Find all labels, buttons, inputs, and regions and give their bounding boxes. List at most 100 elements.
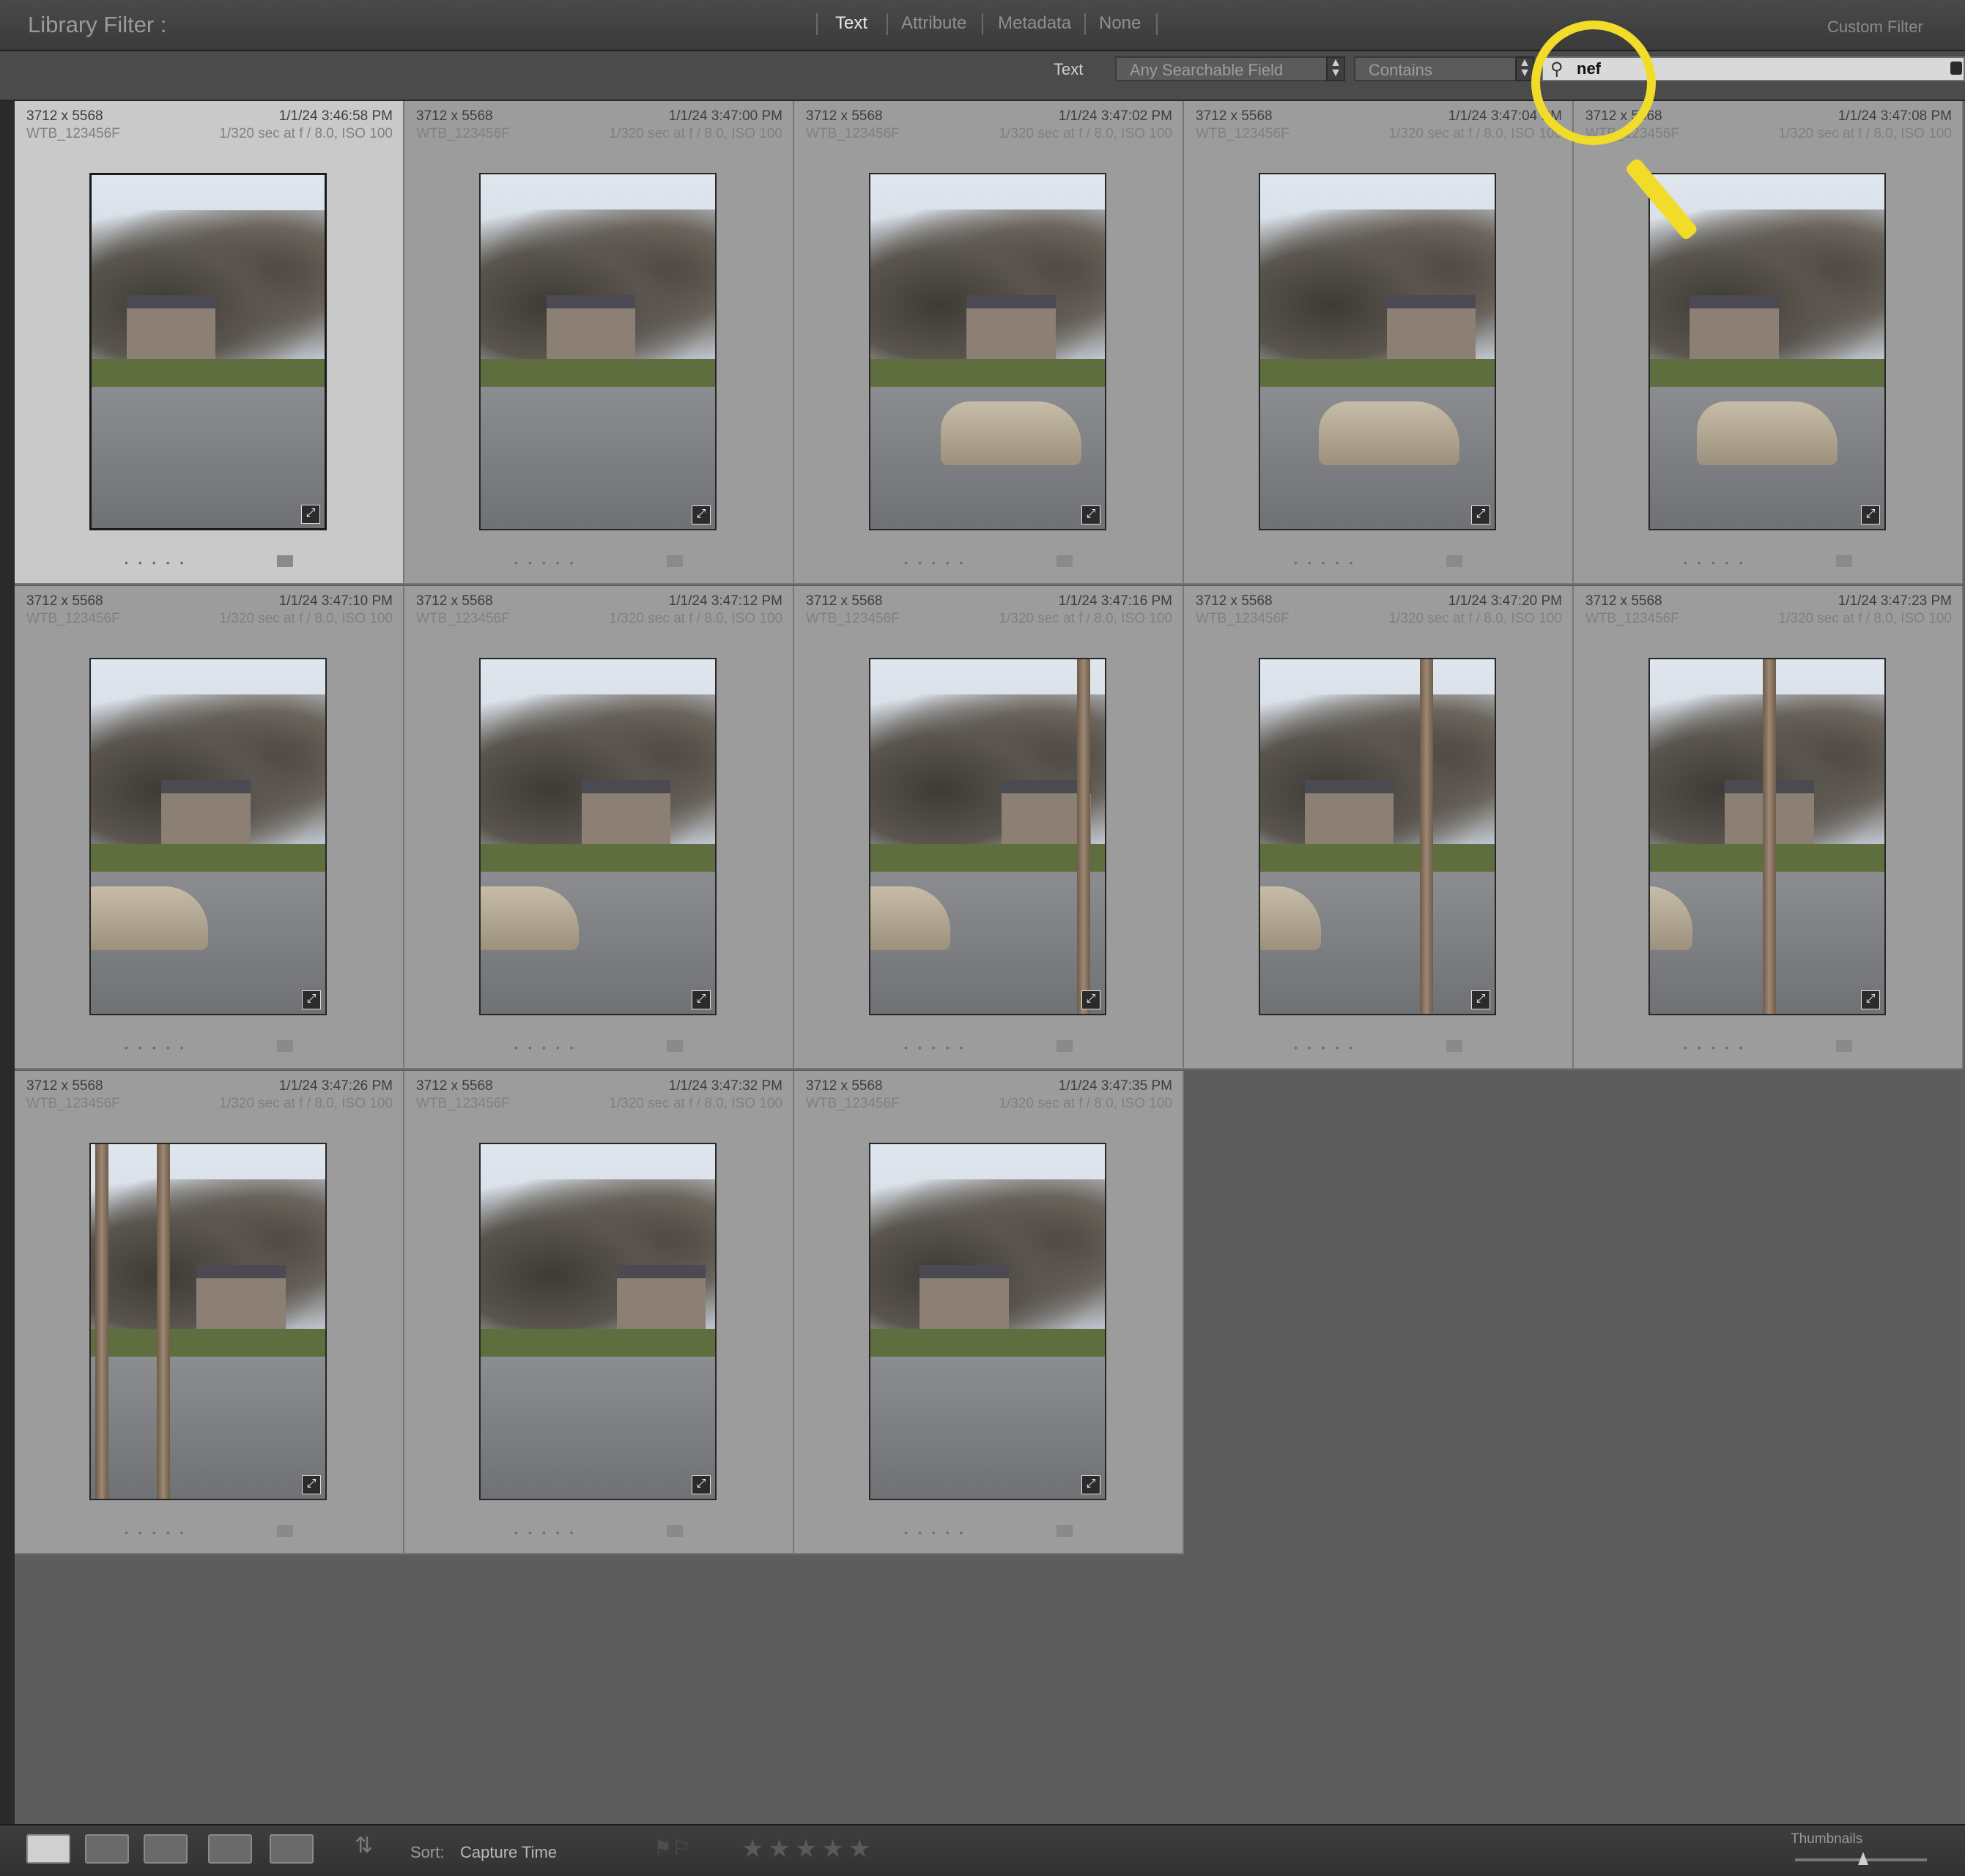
rating-stars-icon[interactable]: ★★★★★ [741, 1834, 875, 1864]
edit-badge-icon[interactable]: ⤢ [1081, 990, 1100, 1009]
exposure-info: 1/320 sec at f / 8.0, ISO 100 [1778, 126, 1952, 141]
photo-thumbnail[interactable]: ⤢ [1259, 173, 1496, 530]
photo-thumbnail[interactable]: ⤢ [1259, 658, 1496, 1015]
photo-thumbnail[interactable]: ⤢ [869, 1143, 1106, 1500]
color-label-icon[interactable] [1446, 1040, 1462, 1052]
updown-arrows-icon[interactable]: ▲ ▼ [1326, 56, 1345, 81]
exposure-info: 1/320 sec at f / 8.0, ISO 100 [219, 611, 393, 626]
edit-badge-icon[interactable]: ⤢ [1081, 1475, 1100, 1494]
image-dimensions: 3712 x 5568 [806, 108, 883, 124]
color-label-icon[interactable] [1446, 555, 1462, 567]
photo-thumbnail[interactable]: ⤢ [89, 1143, 327, 1500]
edit-badge-icon[interactable]: ⤢ [1081, 505, 1100, 524]
rating-dots-icon[interactable]: ••••• [514, 1527, 584, 1538]
thumbnail-cell[interactable]: 3712 x 5568 1/1/24 3:47:23 PM WTB_123456F 1… [1574, 586, 1964, 1069]
rating-dots-icon[interactable]: ••••• [125, 1527, 194, 1538]
image-dimensions: 3712 x 5568 [26, 108, 103, 124]
file-name: WTB_123456F [416, 1096, 510, 1111]
thumbnail-cell[interactable]: 3712 x 5568 1/1/24 3:47:02 PM WTB_123456F 1… [794, 101, 1184, 585]
edit-badge-icon[interactable]: ⤢ [692, 505, 711, 524]
loupe-view-icon[interactable] [85, 1834, 129, 1864]
color-label-icon[interactable] [277, 1040, 293, 1052]
exposure-info: 1/320 sec at f / 8.0, ISO 100 [999, 1096, 1172, 1111]
compare-view-icon[interactable] [144, 1834, 188, 1864]
sort-direction-icon[interactable]: ⇅ [355, 1833, 373, 1858]
rating-dots-icon[interactable]: ••••• [1684, 557, 1753, 568]
edit-badge-icon[interactable]: ⤢ [1471, 505, 1490, 524]
tab-metadata[interactable]: Metadata [998, 13, 1071, 34]
thumbnail-cell[interactable]: 3712 x 5568 1/1/24 3:46:58 PM WTB_123456F 1… [15, 101, 404, 585]
rating-dots-icon[interactable]: ••••• [904, 1042, 974, 1053]
thumbnail-cell[interactable]: 3712 x 5568 1/1/24 3:47:35 PM WTB_123456F 1… [794, 1071, 1184, 1554]
rating-dots-icon[interactable]: ••••• [514, 1042, 584, 1053]
color-label-icon[interactable] [1836, 1040, 1852, 1052]
capture-date: 1/1/24 3:47:12 PM [668, 593, 782, 609]
color-label-icon[interactable] [1056, 1525, 1073, 1537]
photo-thumbnail[interactable]: ⤢ [89, 173, 327, 530]
photo-thumbnail[interactable]: ⤢ [89, 658, 327, 1015]
edit-badge-icon[interactable]: ⤢ [302, 990, 321, 1009]
exposure-info: 1/320 sec at f / 8.0, ISO 100 [609, 611, 782, 626]
rating-dots-icon[interactable]: ••••• [1684, 1042, 1753, 1053]
rating-dots-icon[interactable]: ••••• [125, 557, 194, 568]
photo-thumbnail[interactable]: ⤢ [479, 173, 717, 530]
color-label-icon[interactable] [1836, 555, 1852, 567]
edit-badge-icon[interactable]: ⤢ [692, 1475, 711, 1494]
edit-badge-icon[interactable]: ⤢ [302, 1475, 321, 1494]
survey-view-icon[interactable] [208, 1834, 252, 1864]
color-label-icon[interactable] [1056, 1040, 1073, 1052]
exposure-info: 1/320 sec at f / 8.0, ISO 100 [999, 126, 1172, 141]
file-name: WTB_123456F [26, 1096, 120, 1111]
custom-filter-dropdown[interactable]: Custom Filter [1827, 18, 1923, 37]
flag-icon[interactable]: ⚑⚐ [654, 1836, 690, 1860]
tab-text[interactable]: Text [835, 13, 867, 34]
thumbnail-cell[interactable]: 3712 x 5568 1/1/24 3:47:00 PM WTB_123456F 1… [404, 101, 794, 585]
thumbnail-cell[interactable]: 3712 x 5568 1/1/24 3:47:26 PM WTB_123456F 1… [15, 1071, 404, 1554]
photo-thumbnail[interactable]: ⤢ [869, 658, 1106, 1015]
edit-badge-icon[interactable]: ⤢ [1471, 990, 1490, 1009]
thumbnail-cell[interactable]: 3712 x 5568 1/1/24 3:47:04 PM WTB_123456F 1… [1184, 101, 1574, 585]
sort-dropdown[interactable]: Capture Time [460, 1843, 557, 1862]
color-label-icon[interactable] [667, 1525, 683, 1537]
rating-dots-icon[interactable]: ••••• [904, 557, 974, 568]
thumbnail-cell[interactable]: 3712 x 5568 1/1/24 3:47:10 PM WTB_123456F 1… [15, 586, 404, 1069]
color-label-icon[interactable] [1056, 555, 1073, 567]
color-label-icon[interactable] [667, 555, 683, 567]
people-view-icon[interactable] [270, 1834, 314, 1864]
edit-badge-icon[interactable]: ⤢ [1861, 505, 1880, 524]
grid-view-icon[interactable] [26, 1834, 70, 1864]
rating-dots-icon[interactable]: ••••• [1294, 557, 1363, 568]
edit-badge-icon[interactable]: ⤢ [1861, 990, 1880, 1009]
thumbnail-cell[interactable]: 3712 x 5568 1/1/24 3:47:16 PM WTB_123456F 1… [794, 586, 1184, 1069]
photo-thumbnail[interactable]: ⤢ [479, 1143, 717, 1500]
clear-search-icon[interactable] [1950, 62, 1962, 75]
color-label-icon[interactable] [277, 1525, 293, 1537]
rating-dots-icon[interactable]: ••••• [514, 557, 584, 568]
capture-date: 1/1/24 3:47:23 PM [1838, 593, 1952, 609]
rating-dots-icon[interactable]: ••••• [1294, 1042, 1363, 1053]
photo-thumbnail[interactable]: ⤢ [1648, 658, 1886, 1015]
searchable-field-dropdown[interactable]: Any Searchable Field [1115, 56, 1328, 81]
color-label-icon[interactable] [277, 555, 293, 567]
file-name: WTB_123456F [26, 126, 120, 141]
capture-date: 1/1/24 3:47:35 PM [1058, 1078, 1172, 1094]
rating-dots-icon[interactable]: ••••• [125, 1042, 194, 1053]
tab-separator [1084, 13, 1086, 35]
exposure-info: 1/320 sec at f / 8.0, ISO 100 [219, 126, 393, 141]
rule-dropdown[interactable]: Contains [1354, 56, 1517, 81]
edit-badge-icon[interactable]: ⤢ [692, 990, 711, 1009]
edit-badge-icon[interactable]: ⤢ [301, 505, 320, 524]
rating-dots-icon[interactable]: ••••• [904, 1527, 974, 1538]
tab-attribute[interactable]: Attribute [901, 13, 966, 34]
photo-thumbnail[interactable]: ⤢ [479, 658, 717, 1015]
thumbnail-cell[interactable]: 3712 x 5568 1/1/24 3:47:12 PM WTB_123456F 1… [404, 586, 794, 1069]
file-name: WTB_123456F [416, 126, 510, 141]
image-dimensions: 3712 x 5568 [416, 1078, 493, 1094]
text-filter-label: Text [1054, 60, 1084, 78]
photo-thumbnail[interactable]: ⤢ [869, 173, 1106, 530]
thumbnail-cell[interactable]: 3712 x 5568 1/1/24 3:47:20 PM WTB_123456F 1… [1184, 586, 1574, 1069]
tab-none[interactable]: None [1099, 13, 1141, 34]
thumbnail-cell[interactable]: 3712 x 5568 1/1/24 3:47:32 PM WTB_123456F 1… [404, 1071, 794, 1554]
color-label-icon[interactable] [667, 1040, 683, 1052]
capture-date: 1/1/24 3:46:58 PM [278, 108, 393, 124]
